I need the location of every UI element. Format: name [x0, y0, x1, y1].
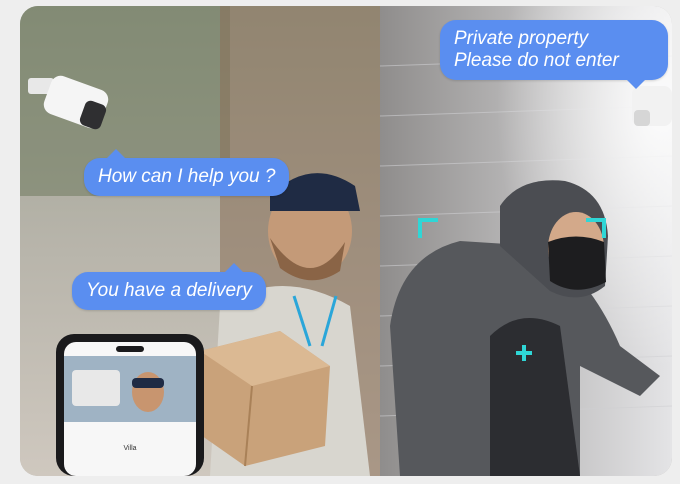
security-camera-icon — [632, 86, 672, 126]
promo-image: Villa How can I help you ? You have a de… — [20, 6, 672, 476]
delivery-text: You have a delivery — [86, 280, 252, 301]
speech-bubble-greeting: How can I help you ? — [84, 149, 290, 196]
phone-app-title: Villa — [123, 445, 136, 452]
phone-device-icon: Villa — [56, 334, 204, 476]
greeting-text: How can I help you ? — [98, 166, 276, 187]
warning-line-1: Private property — [454, 28, 589, 49]
speech-bubble-delivery: You have a delivery — [72, 263, 266, 310]
warning-line-2: Please do not enter — [454, 50, 619, 71]
speech-bubble-warning: Private property Please do not enter — [440, 20, 668, 89]
